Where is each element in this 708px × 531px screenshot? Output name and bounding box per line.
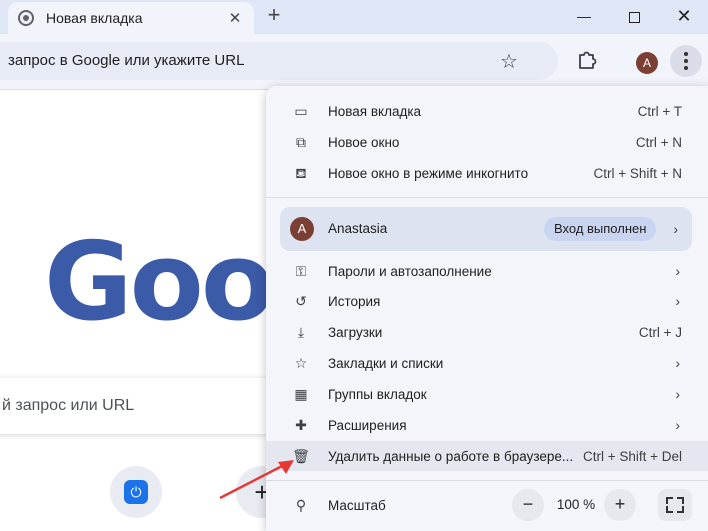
shortcut-tile[interactable]: ⏻ bbox=[110, 466, 162, 518]
menu-item-new-window[interactable]: ⧉ Новое окно Ctrl + N bbox=[266, 127, 708, 157]
menu-item-label: Масштаб bbox=[328, 497, 386, 513]
bookmark-star-icon[interactable]: ☆ bbox=[500, 49, 518, 74]
profile-avatar: A bbox=[290, 217, 314, 241]
tab-groups-icon: ▦ bbox=[294, 386, 308, 402]
profile-name: Anastasia bbox=[328, 221, 388, 236]
menu-item-extensions[interactable]: ✚ Расширения › bbox=[266, 410, 708, 440]
menu-item-shortcut: Ctrl + J bbox=[638, 324, 682, 340]
new-window-icon: ⧉ bbox=[296, 134, 306, 150]
menu-item-label: Группы вкладок bbox=[328, 386, 427, 402]
history-icon: ↺ bbox=[295, 293, 307, 309]
menu-item-bookmarks[interactable]: ☆ Закладки и списки › bbox=[266, 348, 708, 378]
menu-profile-row[interactable]: A Anastasia Вход выполнен › bbox=[280, 207, 692, 251]
zoom-out-button[interactable]: − bbox=[512, 489, 544, 521]
menu-item-label: Закладки и списки bbox=[328, 355, 444, 371]
menu-item-incognito-window[interactable]: ⛾ Новое окно в режиме инкогнито Ctrl + S… bbox=[266, 158, 708, 188]
menu-item-shortcut: Ctrl + T bbox=[637, 103, 682, 119]
star-icon: ☆ bbox=[294, 355, 308, 371]
chevron-right-icon: › bbox=[675, 386, 680, 402]
menu-item-label: Загрузки bbox=[328, 324, 383, 340]
maximize-button[interactable] bbox=[616, 5, 652, 27]
chevron-right-icon: › bbox=[673, 221, 678, 237]
tab-new-tab[interactable]: Новая вкладка ✕ bbox=[8, 2, 254, 34]
chevron-right-icon: › bbox=[675, 263, 680, 279]
fullscreen-corner-icon bbox=[666, 497, 673, 504]
new-tab-button[interactable]: + bbox=[262, 4, 286, 28]
menu-item-label: Новое окно bbox=[328, 134, 400, 150]
menu-item-label: Новая вкладка bbox=[328, 103, 422, 119]
zoom-level: 100 % bbox=[556, 497, 596, 512]
fullscreen-button[interactable] bbox=[658, 489, 692, 521]
extensions-puzzle-icon[interactable] bbox=[574, 47, 600, 73]
red-annotation-arrow-icon bbox=[219, 460, 294, 500]
menu-item-label: Расширения bbox=[328, 417, 407, 433]
menu-item-new-tab[interactable]: ▭ Новая вкладка Ctrl + T bbox=[266, 96, 708, 126]
download-icon: ⤓ bbox=[297, 324, 305, 340]
chevron-right-icon: › bbox=[675, 417, 680, 433]
zoom-in-button[interactable]: + bbox=[604, 489, 636, 521]
menu-item-label: Новое окно в режиме инкогнито bbox=[328, 165, 529, 181]
tab-close-icon[interactable]: ✕ bbox=[226, 9, 244, 27]
window-close-button[interactable]: ✕ bbox=[666, 5, 702, 27]
menu-item-label: Удалить данные о работе в браузере... bbox=[328, 448, 574, 464]
search-box[interactable]: й запрос или URL bbox=[0, 378, 300, 434]
toolbar: запрос в Google или укажите URL ☆ bbox=[0, 34, 708, 90]
fullscreen-corner-icon bbox=[666, 506, 673, 513]
menu-item-zoom: ⚲ Масштаб bbox=[266, 490, 708, 520]
menu-kebab-button[interactable] bbox=[670, 45, 702, 77]
chevron-right-icon: › bbox=[675, 355, 680, 371]
menu-item-shortcut: Ctrl + Shift + N bbox=[593, 165, 682, 181]
fullscreen-corner-icon bbox=[677, 497, 684, 504]
sync-status-badge: Вход выполнен bbox=[544, 217, 657, 241]
address-input[interactable]: запрос в Google или укажите URL bbox=[8, 42, 488, 80]
chrome-favicon-icon bbox=[18, 10, 34, 26]
menu-item-tab-groups[interactable]: ▦ Группы вкладок › bbox=[266, 379, 708, 409]
menu-item-shortcut: Ctrl + N bbox=[635, 134, 682, 150]
shortcut-power-icon: ⏻ bbox=[124, 480, 148, 504]
menu-item-history[interactable]: ↺ История › bbox=[266, 286, 708, 316]
maximize-icon bbox=[628, 11, 640, 23]
title-bar: Новая вкладка ✕ + — ✕ bbox=[0, 0, 708, 34]
menu-item-passwords[interactable]: ⚿ Пароли и автозаполнение › bbox=[266, 256, 708, 286]
menu-item-downloads[interactable]: ⤓ Загрузки Ctrl + J bbox=[266, 317, 708, 347]
fullscreen-corner-icon bbox=[677, 506, 684, 513]
kebab-dot-icon bbox=[684, 59, 688, 63]
puzzle-icon: ✚ bbox=[295, 417, 307, 433]
incognito-icon: ⛾ bbox=[295, 165, 307, 181]
chevron-right-icon: › bbox=[675, 293, 680, 309]
menu-item-shortcut: Ctrl + Shift + Del bbox=[582, 448, 682, 464]
address-bar[interactable]: запрос в Google или укажите URL ☆ bbox=[0, 42, 558, 80]
chrome-main-menu: ▭ Новая вкладка Ctrl + T ⧉ Новое окно Ct… bbox=[266, 86, 708, 531]
search-placeholder: й запрос или URL bbox=[2, 397, 135, 414]
minimize-button[interactable]: — bbox=[566, 5, 602, 27]
tab-title: Новая вкладка bbox=[46, 10, 143, 26]
kebab-dot-icon bbox=[684, 66, 688, 70]
menu-divider bbox=[266, 480, 708, 481]
kebab-dot-icon bbox=[684, 52, 688, 56]
new-tab-icon: ▭ bbox=[294, 103, 308, 119]
menu-item-label: Пароли и автозаполнение bbox=[328, 263, 492, 279]
key-icon: ⚿ bbox=[295, 263, 307, 279]
menu-item-label: История bbox=[328, 293, 381, 309]
menu-divider bbox=[266, 197, 708, 198]
menu-item-clear-browsing-data[interactable]: 🗑 Удалить данные о работе в браузере... … bbox=[266, 441, 708, 471]
profile-avatar[interactable]: A bbox=[636, 52, 658, 74]
